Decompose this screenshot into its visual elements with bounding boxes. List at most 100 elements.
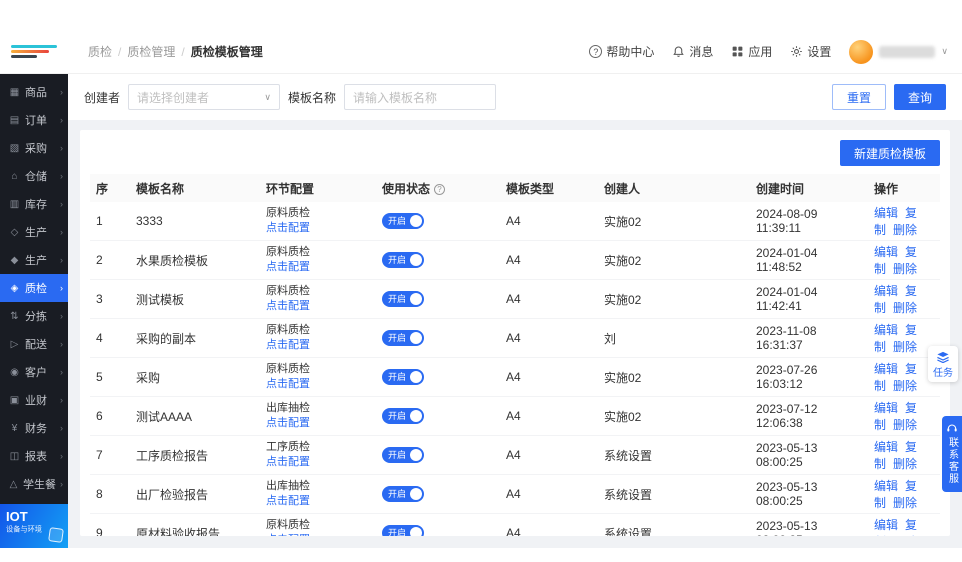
delete-link[interactable]: 删除 <box>893 496 917 510</box>
row-creator: 刘 <box>598 318 750 358</box>
delete-link[interactable]: 删除 <box>893 379 917 393</box>
table-row: 9 原材料验收报告 原料质检 点击配置 开启 A4 系统设置 2023-05-1… <box>90 513 940 536</box>
creator-select[interactable]: 请选择创建者 ∨ <box>128 84 281 110</box>
status-toggle[interactable]: 开启 <box>382 525 424 536</box>
sidebar-item-9-分拣[interactable]: ⇅ 分拣 › <box>0 302 68 330</box>
breadcrumb-item-2[interactable]: 质检管理 <box>127 43 175 60</box>
row-seq: 4 <box>90 318 130 358</box>
row-creator: 系统设置 <box>598 474 750 514</box>
status-toggle[interactable]: 开启 <box>382 447 424 463</box>
row-stage-cell: 出库抽检 点击配置 <box>260 396 376 436</box>
sidebar-item-8-质检[interactable]: ◈ 质检 › <box>0 274 68 302</box>
user-menu[interactable]: ∨ <box>849 39 948 64</box>
status-toggle[interactable]: 开启 <box>382 213 424 229</box>
status-toggle[interactable]: 开启 <box>382 486 424 502</box>
sidebar-item-label: 订单 <box>25 115 47 127</box>
configure-link[interactable]: 点击配置 <box>266 222 310 235</box>
delete-link[interactable]: 删除 <box>893 457 917 471</box>
configure-link[interactable]: 点击配置 <box>266 495 310 508</box>
messages-label: 消息 <box>689 45 714 59</box>
sidebar-item-2-订单[interactable]: ▤ 订单 › <box>0 106 68 134</box>
configure-link[interactable]: 点击配置 <box>266 378 310 391</box>
settings-button[interactable]: 设置 <box>790 43 831 60</box>
row-created-time: 2023-05-13 08:00:25 <box>750 435 868 475</box>
toggle-knob <box>410 527 422 536</box>
edit-link[interactable]: 编辑 <box>874 284 898 298</box>
sidebar-item-12-业财[interactable]: ▣ 业财 › <box>0 386 68 414</box>
stage-name: 原料质检 <box>266 363 310 375</box>
delete-link[interactable]: 删除 <box>893 340 917 354</box>
headset-icon <box>947 424 957 432</box>
messages-button[interactable]: 消息 <box>672 43 713 60</box>
delete-link[interactable]: 删除 <box>893 535 917 536</box>
configure-link[interactable]: 点击配置 <box>266 261 310 274</box>
chevron-right-icon: › <box>60 255 63 265</box>
reset-button[interactable]: 重置 <box>831 84 886 110</box>
row-actions: 编辑复制删除 <box>868 240 940 280</box>
edit-link[interactable]: 编辑 <box>874 479 898 493</box>
contact-service-tab[interactable]: 联系客服 <box>942 416 962 492</box>
edit-link[interactable]: 编辑 <box>874 323 898 337</box>
sidebar-item-6-生产[interactable]: ◇ 生产 › <box>0 218 68 246</box>
sidebar-item-1-商品[interactable]: ▦ 商品 › <box>0 78 68 106</box>
status-toggle[interactable]: 开启 <box>382 252 424 268</box>
configure-link[interactable]: 点击配置 <box>266 300 310 313</box>
stage-name: 原料质检 <box>266 324 310 336</box>
edit-link[interactable]: 编辑 <box>874 245 898 259</box>
sidebar-iot[interactable]: IOT 设备与环境 <box>0 504 68 548</box>
row-created-time: 2024-08-09 11:39:11 <box>750 202 868 241</box>
bell-icon <box>673 46 685 57</box>
sidebar-item-label: 学生餐 <box>23 479 56 491</box>
delete-link[interactable]: 删除 <box>893 262 917 276</box>
status-toggle[interactable]: 开启 <box>382 369 424 385</box>
delete-link[interactable]: 删除 <box>893 301 917 315</box>
production-icon: ◇ <box>10 226 19 238</box>
sidebar-item-4-仓储[interactable]: ⌂ 仓储 › <box>0 162 68 190</box>
row-template-type: A4 <box>500 435 598 475</box>
row-status-cell: 开启 <box>376 318 500 358</box>
delete-link[interactable]: 删除 <box>893 223 917 237</box>
sidebar-item-3-采购[interactable]: ▧ 采购 › <box>0 134 68 162</box>
edit-link[interactable]: 编辑 <box>874 401 898 415</box>
stage-name: 出库抽检 <box>266 480 310 492</box>
toggle-label: 开启 <box>388 216 407 226</box>
sidebar-item-15-学生餐[interactable]: △ 学生餐 › <box>0 470 68 498</box>
edit-link[interactable]: 编辑 <box>874 362 898 376</box>
configure-link[interactable]: 点击配置 <box>266 534 310 536</box>
configure-link[interactable]: 点击配置 <box>266 417 310 430</box>
sidebar-item-10-配送[interactable]: ▷ 配送 › <box>0 330 68 358</box>
sidebar-item-7-生产[interactable]: ◆ 生产 › <box>0 246 68 274</box>
edit-link[interactable]: 编辑 <box>874 518 898 532</box>
apps-button[interactable]: 应用 <box>731 43 772 60</box>
sidebar-item-11-客户[interactable]: ◉ 客户 › <box>0 358 68 386</box>
row-stage-cell: 原料质检 点击配置 <box>260 240 376 280</box>
sidebar-item-14-报表[interactable]: ◫ 报表 › <box>0 442 68 470</box>
sidebar-item-5-库存[interactable]: ▥ 库存 › <box>0 190 68 218</box>
configure-link[interactable]: 点击配置 <box>266 339 310 352</box>
row-template-type: A4 <box>500 396 598 436</box>
sidebar-item-13-财务[interactable]: ¥ 财务 › <box>0 414 68 442</box>
toggle-label: 开启 <box>388 450 407 460</box>
configure-link[interactable]: 点击配置 <box>266 456 310 469</box>
task-float-button[interactable]: 任务 <box>928 346 958 382</box>
topbar: 质检 / 质检管理 / 质检模板管理 ? 帮助中心 消息 应用 设置 ∨ <box>0 30 962 74</box>
new-template-button[interactable]: 新建质检模板 <box>839 140 940 166</box>
delete-link[interactable]: 删除 <box>893 418 917 432</box>
edit-link[interactable]: 编辑 <box>874 206 898 220</box>
status-toggle[interactable]: 开启 <box>382 330 424 346</box>
chevron-right-icon: › <box>60 171 63 181</box>
status-toggle[interactable]: 开启 <box>382 408 424 424</box>
toggle-knob <box>410 332 422 344</box>
edit-link[interactable]: 编辑 <box>874 440 898 454</box>
sidebar-item-label: 配送 <box>25 339 47 351</box>
row-status-cell: 开启 <box>376 396 500 436</box>
help-center-button[interactable]: ? 帮助中心 <box>589 43 654 60</box>
search-button[interactable]: 查询 <box>893 84 946 110</box>
filter-bar: 创建者 请选择创建者 ∨ 模板名称 请输入模板名称 重置 查询 <box>68 74 962 120</box>
creator-filter-label: 创建者 <box>84 90 121 105</box>
template-name-input[interactable]: 请输入模板名称 <box>344 84 497 110</box>
row-created-time: 2024-01-04 11:42:41 <box>750 279 868 319</box>
breadcrumb-item-1[interactable]: 质检 <box>88 43 112 60</box>
status-toggle[interactable]: 开启 <box>382 291 424 307</box>
chevron-right-icon: › <box>60 311 63 321</box>
